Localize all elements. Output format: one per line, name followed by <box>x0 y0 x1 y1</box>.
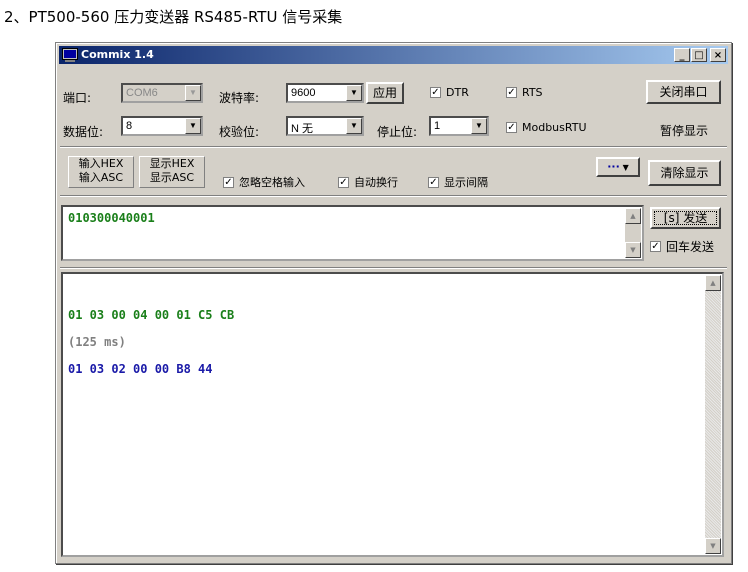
checkmark-icon: ✓ <box>506 122 517 133</box>
parity-label: 校验位: <box>219 125 260 139</box>
maximize-button[interactable]: □ <box>691 48 707 62</box>
scroll-down-icon[interactable]: ▼ <box>625 242 641 258</box>
divider <box>60 195 727 197</box>
title-bar[interactable]: Commix 1.4 _ □ × <box>59 46 728 64</box>
pause-display-button[interactable]: 暂停显示 <box>660 122 708 139</box>
databits-label: 数据位: <box>63 125 104 139</box>
checkmark-icon: ✓ <box>650 241 661 252</box>
send-input[interactable]: 010300040001 ▲ ▼ <box>61 205 644 261</box>
chevron-down-icon: ▼ <box>471 118 487 134</box>
ignore-space-checkbox[interactable]: ✓ 忽略空格输入 <box>223 174 305 190</box>
databits-select[interactable]: 8 ▼ <box>121 116 203 136</box>
scroll-down-icon[interactable]: ▼ <box>705 538 721 554</box>
dtr-checkbox[interactable]: ✓ DTR <box>430 86 469 99</box>
output-line: (125 ms) <box>68 335 126 349</box>
more-options-button[interactable]: ··· ▼ <box>596 157 640 177</box>
send-input-value: 010300040001 <box>68 211 155 225</box>
page-heading: 2、PT500-560 压力变送器 RS485-RTU 信号采集 <box>4 8 343 26</box>
port-label: 端口: <box>63 91 92 105</box>
show-interval-checkbox[interactable]: ✓ 显示间隔 <box>428 174 488 190</box>
checkmark-icon: ✓ <box>428 176 439 188</box>
chevron-down-icon: ▼ <box>346 85 362 101</box>
chevron-down-icon: ▼ <box>619 163 629 172</box>
send-button[interactable]: [s] 发送 <box>650 207 721 229</box>
checkmark-icon: ✓ <box>506 87 517 98</box>
input-mode-toggle[interactable]: 输入HEX 输入ASC <box>68 156 134 188</box>
stopbits-label: 停止位: <box>377 125 418 139</box>
auto-wrap-checkbox[interactable]: ✓ 自动换行 <box>338 174 398 190</box>
commix-window: Commix 1.4 _ □ × 端口: COM6 ▼ 波特率: 9600 ▼ … <box>55 42 732 564</box>
send-scrollbar[interactable]: ▲ ▼ <box>625 208 641 258</box>
baud-label: 波特率: <box>219 91 260 105</box>
output-line: 01 03 00 04 00 01 C5 CB <box>68 308 235 322</box>
chevron-down-icon: ▼ <box>185 118 201 134</box>
window-title: Commix 1.4 <box>81 48 154 61</box>
stopbits-select[interactable]: 1 ▼ <box>429 116 489 136</box>
scroll-up-icon[interactable]: ▲ <box>705 275 721 291</box>
divider <box>60 146 727 148</box>
minimize-button[interactable]: _ <box>674 48 690 62</box>
output-display[interactable]: 01 03 00 04 00 01 C5 CB (125 ms) 01 03 0… <box>61 272 724 557</box>
checkmark-icon: ✓ <box>223 176 234 188</box>
scroll-up-icon[interactable]: ▲ <box>625 208 641 224</box>
terminal-icon <box>62 48 78 62</box>
divider <box>60 267 727 269</box>
checkmark-icon: ✓ <box>430 87 441 98</box>
clear-display-button[interactable]: 清除显示 <box>648 160 721 186</box>
chevron-down-icon: ▼ <box>346 118 362 134</box>
close-port-button[interactable]: 关闭串口 <box>646 80 721 104</box>
port-select[interactable]: COM6 ▼ <box>121 83 203 103</box>
output-line: 01 03 02 00 00 B8 44 <box>68 362 213 376</box>
apply-button[interactable]: 应用 <box>366 82 404 104</box>
rts-checkbox[interactable]: ✓ RTS <box>506 86 543 99</box>
output-scrollbar[interactable]: ▲ ▼ <box>705 275 721 554</box>
checkmark-icon: ✓ <box>338 176 349 188</box>
baud-select[interactable]: 9600 ▼ <box>286 83 364 103</box>
parity-select[interactable]: N 无 ▼ <box>286 116 364 136</box>
close-button[interactable]: × <box>710 48 726 62</box>
chevron-down-icon: ▼ <box>185 85 201 101</box>
modbus-checkbox[interactable]: ✓ ModbusRTU <box>506 121 587 134</box>
enter-send-checkbox[interactable]: ✓ 回车发送 <box>650 238 714 255</box>
display-mode-toggle[interactable]: 显示HEX 显示ASC <box>139 156 205 188</box>
